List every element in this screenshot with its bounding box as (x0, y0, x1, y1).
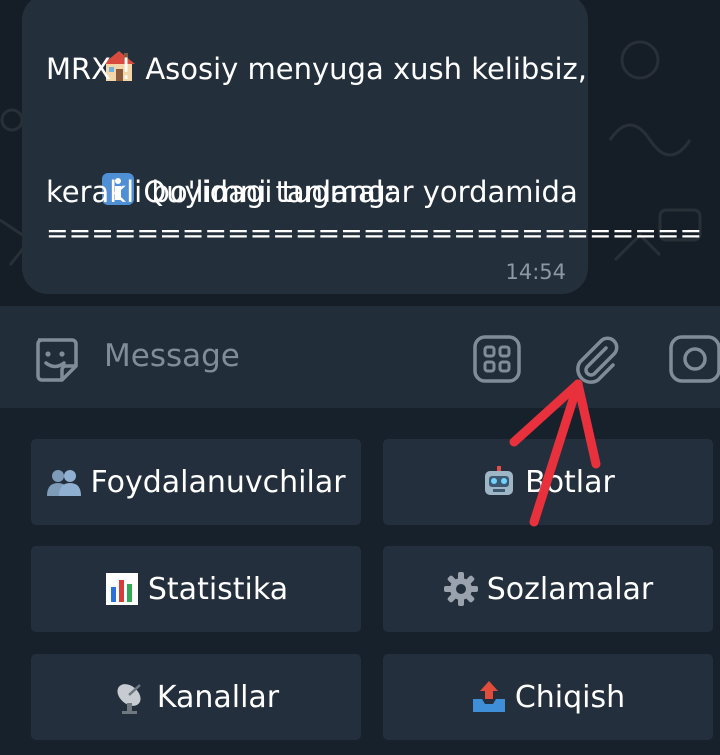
reply-keyboard: Foydalanuvchilar Botlar Statistika Sozla… (0, 408, 720, 755)
message-bubble: Asosiy menyuga xush kelibsiz, MRX ! Quyi… (22, 0, 702, 294)
message-user-name: MRX ! (46, 52, 132, 86)
sticker-icon[interactable] (30, 334, 80, 384)
sozlamalar-button[interactable]: Sozlamalar (383, 546, 713, 632)
robot-emoji-icon (485, 466, 514, 495)
camera-icon[interactable] (668, 334, 720, 384)
sozlamalar-label: Sozlamalar (486, 571, 654, 607)
chiqish-label: Chiqish (514, 679, 626, 715)
statistika-button[interactable]: Statistika (31, 546, 361, 632)
chiqish-button[interactable]: Chiqish (383, 654, 713, 740)
attach-icon[interactable] (572, 332, 622, 386)
bar-chart-emoji-icon (105, 573, 138, 605)
bot-commands-icon[interactable] (472, 334, 522, 384)
statistika-label: Statistika (147, 571, 289, 607)
chat-background: Asosiy menyuga xush kelibsiz, MRX ! Quyi… (0, 0, 720, 306)
message-divider-text: ============================= (46, 218, 703, 249)
botlar-label: Botlar (525, 464, 615, 500)
foydalanuvchilar-button[interactable]: Foydalanuvchilar (31, 439, 361, 525)
gear-emoji-icon (443, 572, 478, 606)
foydalanuvchilar-label: Foydalanuvchilar (90, 464, 346, 500)
botlar-button[interactable]: Botlar (383, 439, 713, 525)
people-emoji-icon (47, 470, 82, 496)
message-composer: Message (0, 306, 720, 408)
message-input[interactable]: Message (104, 338, 240, 374)
message-greeting-text: Asosiy menyuga xush kelibsiz, (145, 52, 587, 86)
kanallar-button[interactable]: Kanallar (31, 654, 361, 740)
kanallar-label: Kanallar (156, 679, 280, 715)
message-timestamp: 14:54 (505, 260, 566, 284)
outbox-tray-emoji-icon (472, 681, 505, 712)
satellite-antenna-emoji-icon (117, 684, 141, 714)
message-instruction-text-2: kerakli bo'limni tanlang: (46, 175, 396, 209)
